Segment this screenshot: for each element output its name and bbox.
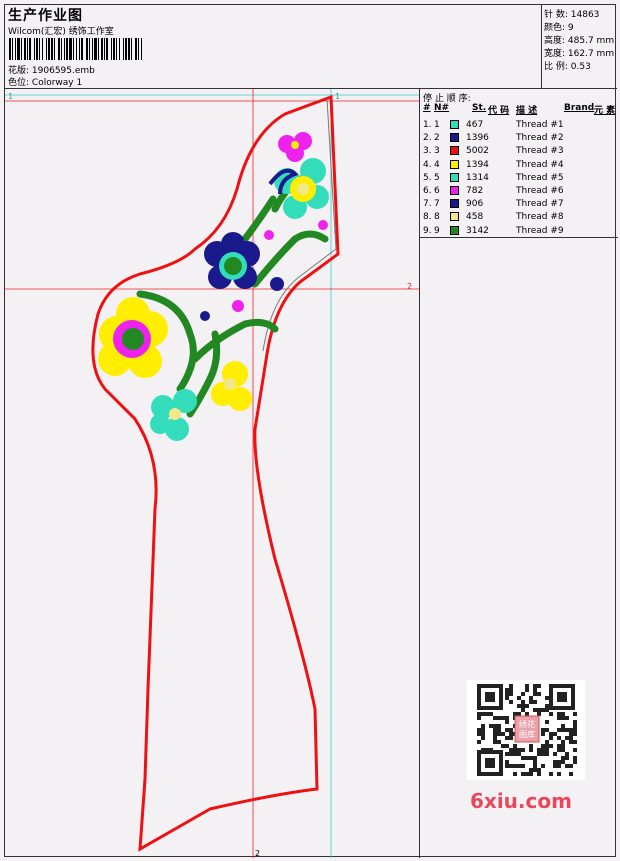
row-index: 9. <box>423 225 432 236</box>
row-description: Thread #4 <box>516 159 564 170</box>
guide-label-top-right: 1 <box>335 92 340 101</box>
thread-row: 8. 8 458 Thread #8 <box>420 211 618 224</box>
row-description: Thread #7 <box>516 199 564 210</box>
guide-label-bottom: 2 <box>255 849 260 858</box>
stats-block: 针 数: 14863 颜色: 9 高度: 485.7 mm 宽度: 162.7 … <box>542 5 617 89</box>
row-description: Thread #6 <box>516 186 564 196</box>
col-brand: Brand <box>564 103 595 113</box>
dot-magenta-3 <box>232 300 244 312</box>
color-swatch <box>450 225 459 235</box>
guide-label-mid-right: 2 <box>407 282 412 291</box>
row-description: Thread #2 <box>516 133 564 144</box>
panel-divider <box>420 237 618 238</box>
col-no: N# <box>434 103 450 113</box>
row-number: 8 <box>434 212 440 223</box>
color-swatch <box>450 172 459 182</box>
flower-yellow-left <box>98 297 168 378</box>
row-code: 467 <box>466 120 484 130</box>
row-number: 5 <box>434 172 440 183</box>
row-description: Thread #3 <box>516 146 564 157</box>
row-code: 5002 <box>466 146 489 157</box>
thread-row: 6. 6 782 Thread #6 <box>420 185 618 198</box>
dot-magenta-2 <box>318 220 328 230</box>
dot-magenta-1 <box>264 230 274 240</box>
row-index: 6. <box>423 186 432 196</box>
row-code: 1314 <box>466 172 489 183</box>
row-code: 1394 <box>466 159 489 170</box>
row-index: 3. <box>423 146 432 157</box>
row-code: 3142 <box>466 225 489 236</box>
stat-colors: 颜色: 9 <box>544 23 574 33</box>
color-swatch <box>450 186 459 195</box>
row-code: 458 <box>466 212 484 223</box>
qr-stamp-line1: 绣花 <box>519 719 535 729</box>
embroidery-preview: 1 1 2 2 <box>5 89 419 858</box>
row-description: Thread #1 <box>516 120 564 130</box>
row-number: 9 <box>434 225 440 236</box>
thread-row: 4. 4 1394 Thread #4 <box>420 159 618 172</box>
row-number: 1 <box>434 120 440 130</box>
col-element: 元 素 <box>594 106 616 116</box>
col-st: St. <box>472 103 487 113</box>
row-number: 3 <box>434 146 440 157</box>
thread-row: 7. 7 906 Thread #7 <box>420 198 618 211</box>
thread-row: 2. 2 1396 Thread #2 <box>420 132 618 145</box>
thread-row: 1. 1 467 Thread #1 <box>420 119 618 132</box>
row-index: 5. <box>423 172 432 183</box>
stat-height: 高度: 485.7 mm <box>544 36 615 46</box>
thread-row: 3. 3 5002 Thread #3 <box>420 145 618 158</box>
color-swatch <box>450 133 459 143</box>
row-number: 4 <box>434 159 440 170</box>
col-hash: # <box>423 103 431 113</box>
flower-magenta-top <box>278 132 312 162</box>
row-index: 8. <box>423 212 432 223</box>
color-swatch <box>450 212 459 222</box>
row-description: Thread #5 <box>516 172 564 183</box>
col-code: 代 码 <box>488 106 510 116</box>
header-block: 生产作业图 Wilcom(汇宏) 绣饰工作室 花版: 1906595.emb 色… <box>5 5 542 89</box>
stat-width: 宽度: 162.7 mm <box>544 49 615 59</box>
stat-scale: 比 例: 0.53 <box>544 62 591 72</box>
row-number: 7 <box>434 199 440 210</box>
row-index: 4. <box>423 159 432 170</box>
row-code: 782 <box>466 186 484 196</box>
qr-stamp-line2: 图库 <box>519 729 535 739</box>
row-code: 906 <box>466 199 484 210</box>
barcode <box>9 38 142 60</box>
row-number: 2 <box>434 133 440 144</box>
thread-row: 9. 9 3142 Thread #9 <box>420 225 618 238</box>
guide-label-top-left: 1 <box>8 92 13 101</box>
color-swatch <box>450 199 459 209</box>
thread-row: 5. 5 1314 Thread #5 <box>420 172 618 185</box>
row-description: Thread #9 <box>516 225 564 236</box>
color-swatch <box>450 146 459 156</box>
row-index: 7. <box>423 199 432 210</box>
row-index: 1. <box>423 120 432 130</box>
row-code: 1396 <box>466 133 489 144</box>
software-subtitle: Wilcom(汇宏) 绣饰工作室 <box>8 27 114 37</box>
row-index: 2. <box>423 133 432 144</box>
color-swatch <box>450 159 459 169</box>
row-description: Thread #8 <box>516 212 564 223</box>
colorway: 色位: Colorway 1 <box>8 78 83 88</box>
col-desc: 描 述 <box>516 106 538 116</box>
watermark-logo: 6xiu.com <box>470 789 572 813</box>
page-title: 生产作业图 <box>8 8 83 24</box>
color-swatch <box>450 120 459 129</box>
qr-code: 绣花 图库 <box>467 680 585 780</box>
row-number: 6 <box>434 186 440 196</box>
stat-stitches: 针 数: 14863 <box>544 10 600 20</box>
